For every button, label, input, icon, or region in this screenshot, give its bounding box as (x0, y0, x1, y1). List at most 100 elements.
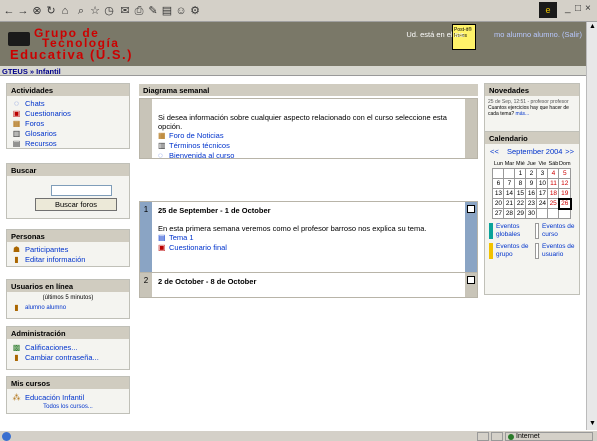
edit-icon[interactable]: ✎ (146, 4, 160, 18)
calendar-day[interactable]: 11 (547, 178, 560, 189)
stop-icon[interactable]: ⊗ (30, 4, 44, 18)
scroll-down-icon[interactable]: ▼ (588, 420, 597, 429)
messenger-icon[interactable]: ☺ (174, 4, 188, 18)
activity-label: Cuestionarios (25, 109, 71, 118)
course-content: Diagrama semanal Si desea información so… (139, 84, 478, 298)
forward-icon[interactable]: → (16, 4, 30, 18)
show-only-week-checkbox[interactable] (467, 205, 475, 213)
activity-foros[interactable]: ▦ Foros (7, 119, 129, 129)
final-quiz-link[interactable]: ▣ Cuestionario final (158, 243, 459, 253)
user-events-link[interactable]: Eventos de usuario (542, 243, 578, 259)
personas-block: Personas ☗ Participantes ▮ Editar informac… (6, 229, 130, 267)
history-icon[interactable]: ◷ (102, 4, 116, 18)
tools-icon[interactable]: ⚙ (188, 4, 202, 18)
course-icon: ⁂ (12, 393, 21, 402)
calendar-day[interactable]: 12 (558, 178, 572, 189)
back-icon[interactable]: ← (2, 4, 16, 18)
maximize-icon[interactable]: □ (575, 3, 581, 14)
calendar-day[interactable]: 13 (492, 188, 505, 199)
search-icon[interactable]: ⌕ (74, 4, 88, 18)
quiz-icon: ▣ (12, 109, 21, 118)
calendar-day (492, 168, 505, 179)
activity-label: Recursos (25, 139, 57, 148)
discuss-icon[interactable]: ▤ (160, 4, 174, 18)
calendar-day[interactable]: 5 (558, 168, 572, 179)
calendar-day[interactable]: 6 (492, 178, 505, 189)
calendar-day[interactable]: 23 (525, 198, 538, 209)
change-password-link[interactable]: ▮ Cambiar contraseña... (7, 353, 129, 363)
course-link[interactable]: ⁂ Educación Infantil (7, 393, 129, 403)
course-events-link[interactable]: Eventos de curso (542, 223, 578, 239)
minimize-icon[interactable]: _ (565, 3, 571, 14)
news-more-link[interactable]: más... (516, 111, 530, 117)
calendar-day[interactable]: 20 (492, 198, 505, 209)
calendar-day[interactable]: 10 (536, 178, 549, 189)
search-input[interactable] (51, 185, 112, 196)
home-icon[interactable]: ⌂ (58, 4, 72, 18)
global-events-link[interactable]: Eventos globales (496, 223, 532, 239)
calendar-day[interactable]: 30 (525, 208, 538, 219)
activity-chats[interactable]: ◌ Chats (7, 99, 129, 109)
calendar-day[interactable]: 24 (536, 198, 549, 209)
next-month-link[interactable]: >> (565, 147, 574, 156)
section-intro: Si desea información sobre cualquier asp… (139, 98, 478, 161)
all-courses-link[interactable]: Todos los cursos... (7, 404, 129, 410)
close-icon[interactable]: × (585, 3, 591, 14)
glossary-link[interactable]: ▥ Términos técnicos (158, 141, 459, 151)
news-forum-link[interactable]: ▦ Foro de Noticias (158, 131, 459, 141)
scroll-up-icon[interactable]: ▲ (588, 23, 597, 32)
ie-page-icon (2, 432, 11, 441)
grades-link[interactable]: ▩ Calificaciones... (7, 343, 129, 353)
refresh-icon[interactable]: ↻ (44, 4, 58, 18)
calendar-day[interactable]: 17 (536, 188, 549, 199)
calendar-day[interactable]: 21 (503, 198, 516, 209)
topic-1-link[interactable]: ▤ Tema 1 (158, 233, 459, 243)
calendar-day[interactable]: 27 (492, 208, 505, 219)
calendar-day[interactable]: 25 (547, 198, 560, 209)
page-scrollbar[interactable]: ▲ ▼ (586, 22, 597, 430)
calendar-day[interactable]: 18 (547, 188, 560, 199)
calendar-day[interactable]: 7 (503, 178, 516, 189)
link-label: alumno alumno (25, 305, 67, 311)
calendar-day[interactable]: 22 (514, 198, 527, 209)
calendar-day[interactable]: 8 (514, 178, 527, 189)
section-right-bar (465, 273, 477, 297)
activity-recursos[interactable]: ▤ Recursos (7, 139, 129, 149)
calendar-day[interactable]: 1 (514, 168, 527, 179)
calendar-day[interactable]: 28 (503, 208, 516, 219)
breadcrumb-link[interactable]: GTEUS » Infantil (2, 67, 61, 76)
calendar-day[interactable]: 16 (525, 188, 538, 199)
calendar-day-today[interactable]: 26 (557, 197, 572, 210)
graduation-cap-icon (8, 32, 30, 46)
calendar-day[interactable]: 4 (547, 168, 560, 179)
show-only-week-checkbox[interactable] (467, 276, 475, 284)
calendar-day[interactable]: 3 (536, 168, 549, 179)
calendar-day[interactable]: 2 (525, 168, 538, 179)
login-info: Ud. está en el sis mo alumno alumno. (Sa… (406, 30, 582, 39)
print-icon[interactable]: ⎙ (132, 4, 146, 18)
week-number: 2 (140, 273, 152, 297)
activity-cuestionarios[interactable]: ▣ Cuestionarios (7, 109, 129, 119)
link-label: Términos técnicos (169, 141, 230, 150)
welcome-chat-link[interactable]: ◌ Bienvenida al curso (158, 151, 459, 161)
logout-link[interactable]: (Salir) (562, 30, 582, 39)
group-events-link[interactable]: Eventos de grupo (496, 243, 532, 259)
current-month-link[interactable]: September 2004 (507, 147, 562, 156)
participants-link[interactable]: ☗ Participantes (7, 245, 129, 255)
search-forums-button[interactable]: Buscar foros (35, 198, 117, 211)
favorites-icon[interactable]: ☆ (88, 4, 102, 18)
mail-icon[interactable]: ✉ (118, 4, 132, 18)
calendar-day[interactable]: 15 (514, 188, 527, 199)
activity-glosarios[interactable]: ▥ Glosarios (7, 129, 129, 139)
login-user-link[interactable]: mo alumno alumno. (494, 30, 560, 39)
prev-month-link[interactable]: << (490, 147, 499, 156)
calendar-day[interactable]: 14 (503, 188, 516, 199)
calendar-day[interactable]: 19 (558, 188, 572, 199)
calendar-day[interactable]: 9 (525, 178, 538, 189)
online-user-link[interactable]: ▮ alumno alumno (7, 303, 129, 313)
calendar-day[interactable]: 29 (514, 208, 527, 219)
edit-profile-link[interactable]: ▮ Editar información (7, 255, 129, 265)
site-logo[interactable]: Grupo de Tecnología Educativa (U.S.) (8, 26, 178, 64)
administracion-block: Administración ▩ Calificaciones... ▮ Cambi… (6, 326, 130, 370)
activity-label: Foros (25, 119, 45, 128)
